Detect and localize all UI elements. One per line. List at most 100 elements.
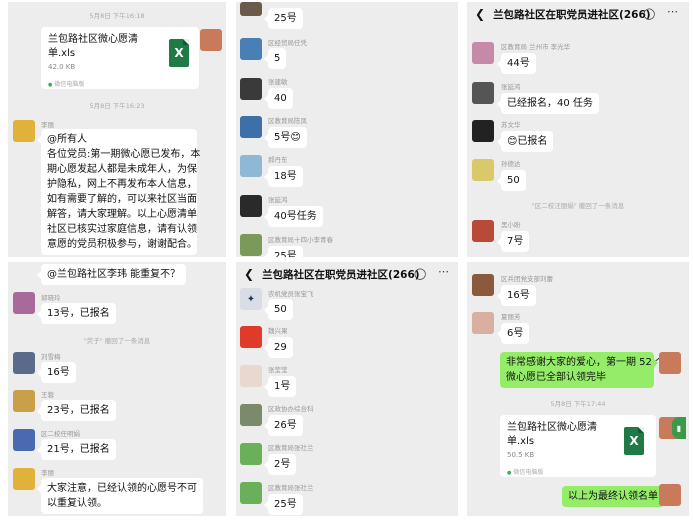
more-options-icon[interactable]: ⋯ — [438, 265, 449, 278]
refresh-icon[interactable]: ◯ — [643, 7, 655, 20]
announcement-line: 解答，请大家理解。以上心愿清单 — [47, 209, 197, 220]
announcement-line: 如有需要了解的，可以来社区当面 — [47, 194, 197, 205]
avatar[interactable] — [472, 220, 494, 242]
timestamp: 5月8日 下午17:44 — [550, 400, 606, 408]
floating-action-icon[interactable]: ▮ — [672, 417, 686, 439]
avatar[interactable] — [240, 78, 262, 100]
avatar[interactable] — [200, 29, 222, 51]
avatar[interactable] — [472, 274, 494, 296]
file-size: 42.0 KB — [48, 63, 76, 71]
timestamp: 5月8日 下午16:23 — [89, 102, 145, 110]
chat-header: ❮ 兰包路社区在职党员进社区(266) ◯ ⋯ — [236, 262, 458, 286]
chat-bubble[interactable]: 23号，已报名 — [37, 400, 116, 421]
excel-file-icon: X — [624, 427, 644, 455]
avatar[interactable] — [240, 234, 262, 256]
chat-bubble[interactable]: 50 — [264, 299, 293, 320]
avatar[interactable] — [472, 159, 494, 181]
sender-name: 孙德达 — [501, 160, 521, 168]
sender-name: 区教育局张社兰 — [268, 484, 314, 492]
recall-notice: "区二校汪丽娟" 撤回了一条消息 — [531, 202, 625, 210]
sender-name: 张延鸿 — [501, 83, 521, 91]
avatar[interactable] — [13, 390, 35, 412]
chat-bubble[interactable]: 40 — [264, 88, 293, 109]
chat-bubble[interactable]: 😊已报名 — [496, 131, 554, 152]
avatar[interactable] — [240, 2, 262, 16]
file-message[interactable]: 兰包路社区微心愿清单.xls 50.5 KB 微信电脑版 X — [500, 415, 656, 477]
avatar[interactable] — [472, 42, 494, 64]
avatar[interactable] — [240, 195, 262, 217]
file-message[interactable]: 兰包路社区微心愿清单.xls 42.0 KB 微信电脑版 X — [41, 27, 199, 89]
file-name: 兰包路社区微心愿清单.xls — [48, 34, 138, 59]
chat-bubble[interactable]: @兰包路社区李玮 能重复不？ — [36, 264, 187, 285]
chat-bubble[interactable]: 40号任务 — [264, 206, 323, 227]
chat-bubble[interactable]: 44号 — [497, 53, 536, 74]
avatar[interactable] — [659, 352, 681, 374]
file-source: 微信电脑版 — [507, 467, 543, 476]
sender-name: 张莹莹 — [268, 366, 288, 374]
avatar[interactable] — [13, 429, 35, 451]
sender-name: 李丽 — [41, 469, 54, 477]
chat-bubble[interactable]: 18号 — [264, 166, 303, 187]
refresh-icon[interactable]: ◯ — [414, 267, 426, 280]
own-message[interactable]: 非常感谢大家的爱心，第一期 52 个 微心愿已全部认领完毕 — [500, 352, 666, 388]
chat-bubble[interactable]: 5号😊 — [264, 127, 307, 148]
avatar[interactable] — [13, 468, 35, 490]
announcement-line: 各位党员:第一期微心愿已发布，本 — [47, 149, 201, 160]
chat-panel-6: 区兵团党支部刘蕾 16号 夏丽芳 6号 非常感谢大家的爱心，第一期 52 个 微… — [467, 262, 689, 516]
avatar[interactable] — [240, 365, 262, 387]
avatar[interactable] — [240, 443, 262, 465]
avatar[interactable] — [240, 404, 262, 426]
chat-bubble[interactable]: 1号 — [263, 376, 297, 397]
file-source: 微信电脑版 — [48, 79, 84, 88]
avatar[interactable] — [240, 116, 262, 138]
sender-name: 黑小盼 — [501, 221, 521, 229]
chat-title: 兰包路社区在职党员进社区(266) — [262, 268, 420, 281]
announcement-line: 期心愿发起人都是未成年人，为保 — [47, 164, 197, 175]
chat-bubble[interactable]: 大家注意，已经认领的心愿号不可 以重复认领。 — [37, 478, 203, 514]
sender-name: 区教育局十四小李青春 — [268, 236, 333, 244]
chat-bubble[interactable]: 21号，已报名 — [37, 439, 116, 460]
back-arrow-icon[interactable]: ❮ — [475, 7, 485, 21]
sender-name: 魏兴果 — [268, 327, 288, 335]
sender-name: 王蓉 — [41, 391, 54, 399]
more-options-icon[interactable]: ⋯ — [667, 5, 678, 18]
avatar[interactable] — [240, 326, 262, 348]
sender-name: 苏文华 — [501, 121, 521, 129]
chat-bubble[interactable]: 7号 — [496, 231, 530, 252]
back-arrow-icon[interactable]: ❮ — [244, 267, 254, 281]
avatar[interactable] — [13, 292, 35, 314]
chat-bubble[interactable]: 16号 — [37, 362, 76, 383]
chat-bubble[interactable]: 25号 — [264, 494, 303, 515]
announcement-message[interactable]: @所有人 各位党员:第一期微心愿已发布，本 期心愿发起人都是未成年人，为保 护隐… — [37, 129, 201, 255]
chat-bubble[interactable]: 6号 — [496, 323, 530, 344]
chat-bubble[interactable]: 50 — [497, 170, 526, 191]
chat-title: 兰包路社区在职党员进社区(266) — [493, 8, 651, 21]
message-line: 非常感谢大家的爱心，第一期 52 个 — [506, 357, 666, 368]
chat-bubble[interactable]: 2号 — [263, 454, 297, 475]
avatar[interactable] — [240, 482, 262, 504]
chat-bubble[interactable]: 25号 — [264, 246, 303, 257]
avatar[interactable] — [13, 352, 35, 374]
avatar[interactable] — [240, 38, 262, 60]
chat-bubble[interactable]: 已经报名，40 任务 — [497, 93, 599, 114]
avatar[interactable] — [472, 82, 494, 104]
chat-bubble[interactable]: 16号 — [497, 285, 536, 306]
avatar[interactable] — [13, 120, 35, 142]
chat-bubble[interactable]: 29 — [264, 337, 293, 358]
chat-bubble[interactable]: 26号 — [264, 415, 303, 436]
own-message[interactable]: 以上为最终认领名单 — [562, 486, 668, 507]
chat-bubble[interactable]: 13号，已报名 — [37, 303, 116, 324]
avatar[interactable] — [240, 155, 262, 177]
sender-name: 郝丹东 — [268, 156, 288, 164]
chat-bubble[interactable]: 5 — [263, 48, 287, 69]
avatar[interactable] — [659, 484, 681, 506]
avatar[interactable] — [472, 120, 494, 142]
file-name: 兰包路社区微心愿清单.xls — [507, 422, 597, 447]
avatar[interactable]: ✦ — [240, 288, 262, 310]
sender-name: 区兵团党支部刘蕾 — [501, 275, 553, 283]
avatar[interactable] — [472, 312, 494, 334]
announcement-line: @所有人 — [47, 134, 87, 145]
chat-bubble[interactable]: 25号 — [264, 8, 303, 29]
sender-name: 区政协办综合科 — [268, 405, 314, 413]
recall-notice: "荧子" 撤回了一条消息 — [83, 337, 151, 345]
